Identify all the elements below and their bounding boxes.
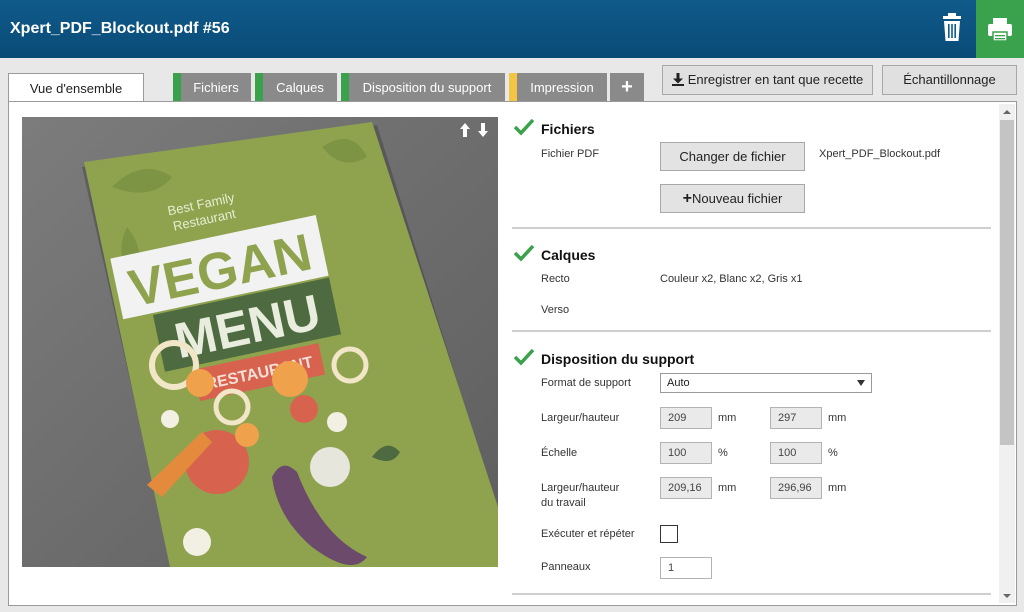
job-size-label-line1: Largeur/hauteur — [541, 482, 620, 494]
window-title: Xpert_PDF_Blockout.pdf #56 — [10, 20, 230, 37]
width-input[interactable]: 209 — [660, 407, 712, 429]
up-down-arrows-icon — [460, 123, 488, 137]
unit-label: mm — [718, 412, 737, 424]
change-file-button[interactable]: Changer de fichier — [660, 142, 805, 171]
step-repeat-label: Exécuter et répéter — [541, 528, 635, 540]
download-icon — [671, 73, 684, 86]
scrollbar-thumb[interactable] — [1000, 120, 1014, 445]
save-recipe-label: Enregistrer en tant que recette — [687, 72, 864, 87]
unit-label: % — [718, 447, 728, 459]
document-preview: Best Family Restaurant VEGAN MENU RESTAU… — [22, 117, 498, 567]
tab-status-indicator — [255, 73, 263, 102]
tab-label: Fichiers — [193, 80, 239, 95]
print-button[interactable] — [976, 0, 1024, 58]
scale-y-input[interactable]: 100 — [770, 442, 822, 464]
title-bar: Xpert_PDF_Blockout.pdf #56 — [0, 0, 1024, 58]
unit-label: % — [828, 447, 838, 459]
section-title-layers: Calques — [541, 247, 596, 263]
trash-icon — [943, 13, 961, 41]
tab-layers[interactable]: Calques — [255, 73, 337, 102]
unit-label: mm — [828, 412, 847, 424]
tab-media-layout[interactable]: Disposition du support — [341, 73, 505, 102]
tab-status-indicator — [509, 73, 517, 102]
check-icon — [514, 244, 534, 262]
height-input[interactable]: 297 — [770, 407, 822, 429]
chevron-down-icon — [857, 380, 865, 386]
sampling-button[interactable]: Échantillonnage — [882, 65, 1017, 95]
job-width-input[interactable]: 209,16 — [660, 477, 712, 499]
new-file-label: Nouveau fichier — [692, 191, 783, 206]
job-height-input[interactable]: 296,96 — [770, 477, 822, 499]
tab-label: Impression — [530, 80, 594, 95]
check-icon — [514, 348, 534, 366]
section-divider — [512, 330, 991, 332]
verso-label: Verso — [541, 304, 570, 316]
scroll-down-icon[interactable] — [999, 589, 1015, 603]
unit-label: mm — [828, 482, 847, 494]
save-recipe-button[interactable]: Enregistrer en tant que recette — [662, 65, 873, 95]
section-divider — [512, 227, 991, 229]
media-format-label: Format de support — [541, 377, 631, 389]
scroll-up-icon[interactable] — [999, 105, 1015, 119]
step-repeat-checkbox[interactable] — [660, 525, 678, 543]
media-format-select[interactable]: Auto — [660, 373, 872, 393]
scale-x-input[interactable]: 100 — [660, 442, 712, 464]
section-divider — [512, 593, 991, 595]
pdf-file-name: Xpert_PDF_Blockout.pdf — [819, 148, 941, 160]
tab-files[interactable]: Fichiers — [173, 73, 251, 102]
recto-label: Recto — [541, 273, 570, 285]
plus-icon: + — [621, 76, 633, 98]
panels-label: Panneaux — [541, 561, 591, 573]
new-file-button[interactable]: +Nouveau fichier — [660, 184, 805, 213]
tab-overview[interactable]: Vue d'ensemble — [8, 73, 144, 103]
add-tab-button[interactable]: + — [610, 73, 644, 102]
printer-icon — [988, 18, 1012, 42]
tab-status-indicator — [341, 73, 349, 102]
panels-input[interactable]: 1 — [660, 557, 712, 579]
tab-label: Calques — [276, 80, 324, 95]
section-title-media-layout: Disposition du support — [541, 351, 695, 367]
tab-label: Disposition du support — [362, 80, 492, 95]
section-title-files: Fichiers — [541, 121, 595, 137]
recto-value: Couleur x2, Blanc x2, Gris x1 — [660, 273, 803, 285]
unit-label: mm — [718, 482, 737, 494]
media-format-value: Auto — [667, 377, 690, 389]
delete-button[interactable] — [930, 8, 974, 48]
menu-preview-image: Best Family Restaurant VEGAN MENU RESTAU… — [22, 117, 498, 567]
tab-status-indicator — [173, 73, 181, 102]
flip-preview-toggle[interactable] — [458, 122, 492, 138]
job-size-label-line2: du travail — [541, 497, 586, 509]
size-label: Largeur/hauteur — [541, 412, 620, 424]
check-icon — [514, 118, 534, 136]
pdf-file-label: Fichier PDF — [541, 148, 600, 160]
plus-icon: + — [682, 190, 692, 207]
scale-label: Échelle — [541, 447, 578, 459]
tab-printing[interactable]: Impression — [509, 73, 607, 102]
